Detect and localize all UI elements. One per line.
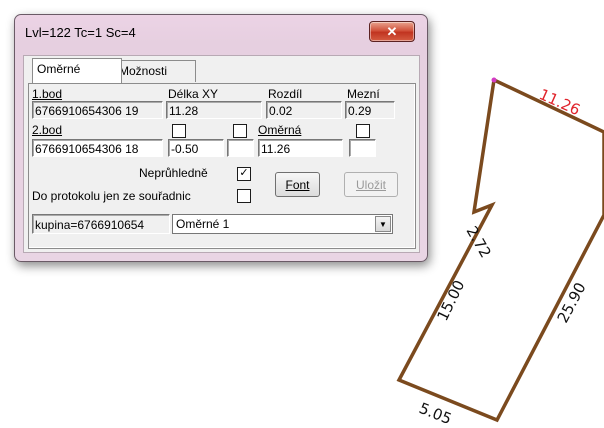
selected-vertex-marker — [491, 77, 497, 83]
opaque-checkbox[interactable]: ✓ — [237, 167, 251, 181]
extra-field[interactable] — [227, 139, 254, 157]
dimension-label-notch: 2.72 — [463, 223, 495, 261]
tab-omerne[interactable]: Oměrné — [32, 58, 122, 83]
delka-xy-label: Délka XY — [168, 87, 219, 101]
font-button-label: Font — [285, 178, 310, 192]
rozdil-field: 0.02 — [266, 101, 342, 119]
protocol-checkbox[interactable] — [237, 189, 251, 203]
save-button[interactable]: Uložit — [344, 172, 398, 197]
type-select-value: Oměrné 1 — [176, 217, 230, 231]
offset-field[interactable]: -0.50 — [168, 139, 224, 157]
mezni-field: 0.29 — [345, 101, 395, 119]
dimension-label-left: 15.00 — [433, 277, 468, 323]
offset-checkbox[interactable] — [233, 124, 247, 138]
dimension-label-bottom: 5.05 — [417, 399, 455, 428]
delka-xy-field: 11.28 — [166, 101, 262, 119]
bod1-label: 1.bod — [32, 87, 63, 101]
delka-checkbox[interactable] — [172, 124, 186, 138]
window-title: Lvl=122 Tc=1 Sc=4 — [25, 25, 136, 40]
omerna-extra-field[interactable] — [349, 139, 376, 157]
omerna-checkbox[interactable] — [356, 124, 370, 138]
title-bar[interactable]: Lvl=122 Tc=1 Sc=4 ✕ — [15, 15, 427, 47]
protocol-label: Do protokolu jen ze souřadnic — [32, 189, 191, 203]
type-select[interactable]: Oměrné 1 ▼ — [172, 214, 393, 234]
bod1-field[interactable]: 6766910654306 19 — [32, 101, 163, 119]
bod2-field[interactable]: 6766910654306 18 — [32, 139, 163, 157]
opaque-label: Neprůhledně — [139, 166, 208, 180]
omerna-field[interactable]: 11.26 — [258, 139, 343, 157]
bod2-label: 2.bod — [32, 123, 63, 137]
font-button[interactable]: Font — [275, 172, 320, 197]
omerne-dialog: Lvl=122 Tc=1 Sc=4 ✕ Oměrné Možnosti 1.bo… — [14, 14, 428, 262]
dimension-label-top: 11.26 — [536, 85, 583, 119]
parcel-outline — [396, 78, 604, 423]
dialog-client-area: Oměrné Možnosti 1.bod Délka XY Rozdíl Me… — [23, 55, 420, 253]
dropdown-arrow-icon[interactable]: ▼ — [375, 216, 391, 232]
group-field[interactable]: kupina=6766910654 — [32, 214, 170, 234]
tab-moznosti[interactable]: Možnosti — [114, 60, 196, 82]
tab-panel-omerne: 1.bod Délka XY Rozdíl Mezní 676691065430… — [28, 83, 416, 249]
omerna-label: Oměrná — [258, 123, 302, 137]
save-button-label: Uložit — [355, 178, 386, 192]
close-button[interactable]: ✕ — [369, 21, 415, 42]
mezni-label: Mezní — [347, 87, 380, 101]
rozdil-label: Rozdíl — [268, 87, 303, 101]
